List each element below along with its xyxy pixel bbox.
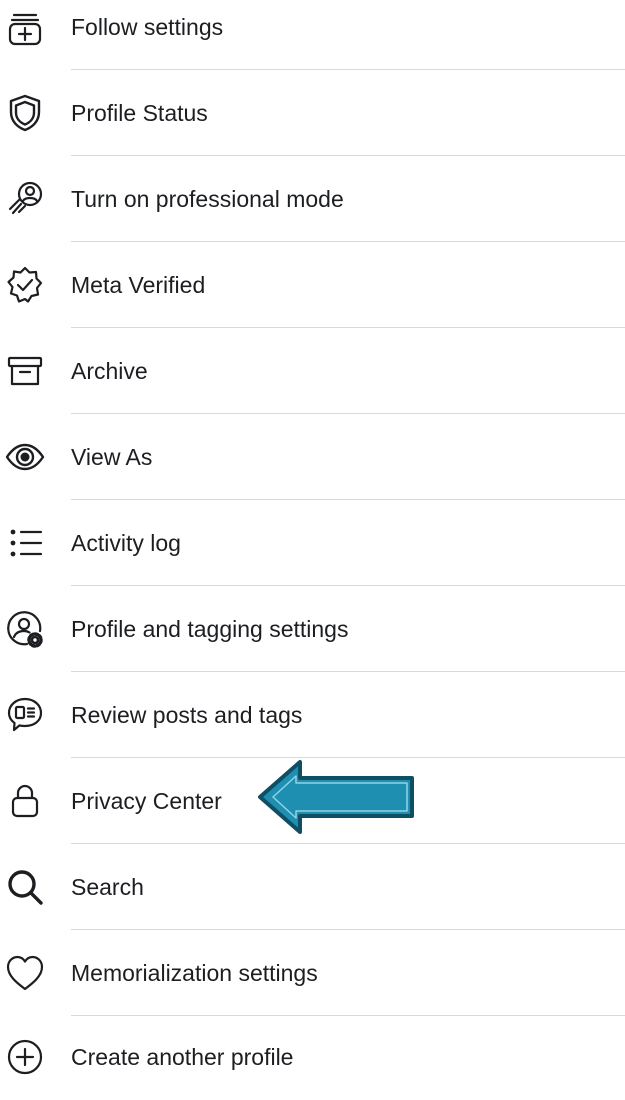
menu-item-memorialization-settings[interactable]: Memorialization settings (0, 930, 625, 1016)
menu-item-view-as[interactable]: View As (0, 414, 625, 500)
shield-icon (4, 92, 46, 134)
menu-item-label: View As (71, 444, 153, 470)
menu-item-create-another-profile[interactable]: Create another profile (0, 1014, 625, 1100)
lock-icon (4, 780, 46, 822)
menu-item-profile-tagging-settings[interactable]: Profile and tagging settings (0, 586, 625, 672)
archive-box-icon (4, 350, 46, 392)
professional-mode-icon (4, 178, 46, 220)
menu-item-review-posts-tags[interactable]: Review posts and tags (0, 672, 625, 758)
speech-bubble-icon (4, 694, 46, 736)
menu-item-label: Profile and tagging settings (71, 616, 349, 642)
menu-item-activity-log[interactable]: Activity log (0, 500, 625, 586)
menu-item-professional-mode[interactable]: Turn on professional mode (0, 156, 625, 242)
heart-icon (4, 952, 46, 994)
menu-item-profile-status[interactable]: Profile Status (0, 70, 625, 156)
menu-item-meta-verified[interactable]: Meta Verified (0, 242, 625, 328)
menu-item-label: Turn on professional mode (71, 186, 344, 212)
menu-item-label: Activity log (71, 530, 181, 556)
verified-badge-icon (4, 264, 46, 306)
follow-settings-icon (4, 6, 46, 48)
menu-item-label: Follow settings (71, 14, 224, 40)
menu-item-label: Archive (71, 358, 148, 384)
menu-item-search[interactable]: Search (0, 844, 625, 930)
list-icon (4, 522, 46, 564)
search-icon (4, 866, 46, 908)
plus-circle-icon (4, 1036, 46, 1078)
profile-gear-icon (4, 608, 46, 650)
menu-item-archive[interactable]: Archive (0, 328, 625, 414)
menu-item-label: Search (71, 874, 144, 900)
menu-item-label: Memorialization settings (71, 960, 318, 986)
annotation-arrow-icon (258, 760, 414, 834)
menu-item-follow-settings[interactable]: Follow settings (0, 0, 625, 70)
eye-icon (4, 436, 46, 478)
menu-item-label: Create another profile (71, 1044, 294, 1070)
menu-item-label: Privacy Center (71, 788, 222, 814)
menu-item-label: Meta Verified (71, 272, 206, 298)
menu-item-label: Review posts and tags (71, 702, 303, 728)
menu-item-label: Profile Status (71, 100, 208, 126)
